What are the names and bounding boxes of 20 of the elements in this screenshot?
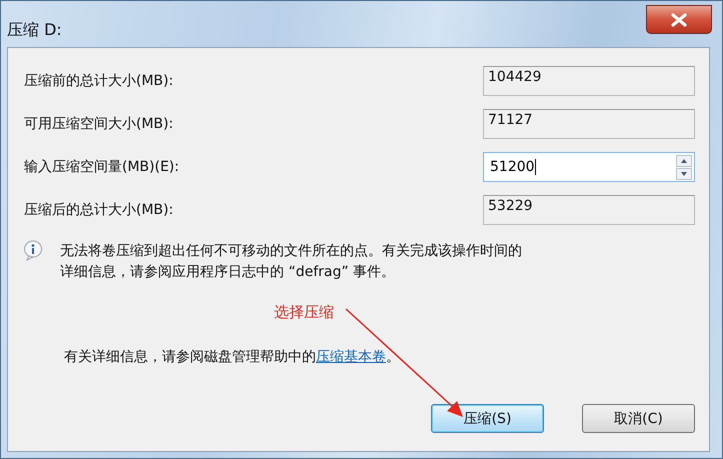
close-icon [670,12,688,26]
dialog-button[interactable]: 压缩(S) [431,404,544,433]
readonly-field: 104429 [483,66,695,96]
field-label: 输入压缩空间量(MB)(E): [24,158,180,176]
dialog-button[interactable]: 取消(C) [582,404,695,433]
field-label: 压缩后的总计大小(MB): [24,201,174,219]
field-label: 压缩前的总计大小(MB): [24,72,174,90]
info-icon [22,239,44,261]
annotation-label: 选择压缩 [274,303,334,322]
info-message: 无法将卷压缩到超出任何不可移动的文件所在的点。有关完成该操作时间的 详细信息，请参阅应用程序日志中的 “defrag” 事件。 [60,242,522,282]
window-title: 压缩 D: [7,20,62,41]
help-link[interactable]: 压缩基本卷 [316,349,386,365]
close-button[interactable] [646,5,712,34]
readonly-field: 53229 [483,195,695,225]
spin-up-icon[interactable] [676,154,692,166]
field-label: 可用压缩空间大小(MB): [24,115,174,133]
spin-down-icon[interactable] [676,168,692,180]
readonly-field: 71127 [483,109,695,139]
help-text: 有关详细信息，请参阅磁盘管理帮助中的压缩基本卷。 [64,348,401,366]
number-input-field[interactable]: 51200 [483,152,695,182]
